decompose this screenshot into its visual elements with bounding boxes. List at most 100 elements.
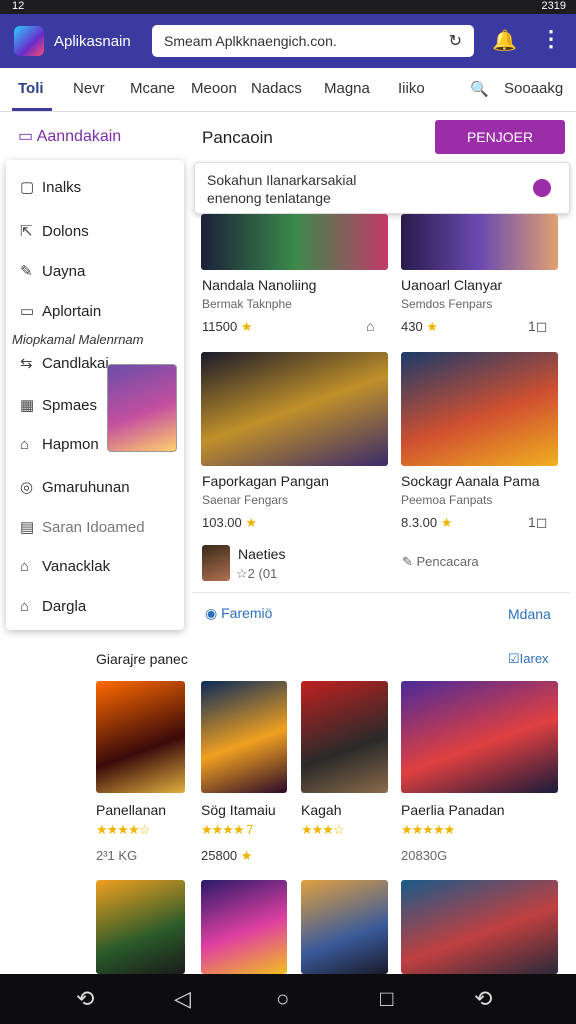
- game-subtitle: Peemoa Fanpats: [401, 493, 493, 507]
- system-nav-bar: ⟲ ◁ ○ □ ⟲: [0, 974, 576, 1024]
- status-time: 2319: [541, 0, 566, 12]
- game-thumbnail[interactable]: [96, 880, 185, 974]
- share-icon[interactable]: ⌂: [366, 318, 374, 334]
- game-thumbnail[interactable]: [301, 681, 388, 793]
- status-left: 12: [12, 0, 25, 12]
- page-title: Pancaoin: [202, 128, 273, 147]
- game-thumbnail[interactable]: [401, 681, 558, 793]
- menu-item-uayna[interactable]: ✎ Uayna: [20, 262, 85, 280]
- menu-item-aplortain[interactable]: ▭ Aplortain: [20, 302, 101, 320]
- left-link[interactable]: ◉ Faremiö: [205, 605, 272, 622]
- tab-bar: Toli Nevr Mcane Meoon Nadacs Magna Iiiko…: [0, 68, 576, 112]
- menu-item-candlakai[interactable]: ⇆ Candlakai: [20, 354, 109, 372]
- game-subtitle: Semdos Fenpars: [401, 297, 493, 311]
- star-icon: ★: [440, 515, 453, 530]
- back-icon[interactable]: ◁: [174, 986, 191, 1012]
- grid-icon: ▤: [20, 519, 35, 536]
- menu-item-hapmon[interactable]: ⌂ Hapmon: [20, 436, 99, 453]
- settings-icon: ◎: [20, 479, 34, 496]
- search-input[interactable]: Smeam Aplkknaengich.con. ↻: [152, 25, 474, 57]
- home-icon: ⌂: [20, 436, 30, 453]
- home-icon[interactable]: ○: [276, 986, 289, 1012]
- game-title[interactable]: Paerlia Panadan: [401, 802, 505, 818]
- primary-button[interactable]: PENJOER: [435, 120, 565, 154]
- status-bar: 12 2319: [0, 0, 576, 14]
- section-link[interactable]: ☑Iarex: [508, 651, 549, 667]
- tab-meoon[interactable]: Meoon: [191, 80, 237, 97]
- app-bar: Aplikasnain Smeam Aplkknaengich.con. ↻ 🔔…: [0, 14, 576, 68]
- game-meta: 2³1 KG: [96, 848, 138, 863]
- rating: ★★★★★: [401, 822, 455, 837]
- edit-icon: ✎: [20, 263, 33, 280]
- menu-header[interactable]: ▭ Aanndakain: [18, 126, 121, 146]
- tab-toli[interactable]: Toli: [18, 80, 44, 97]
- game-price: 8.3.00 ★: [401, 515, 453, 530]
- game-title[interactable]: Faporkagan Pangan: [202, 473, 329, 489]
- mini-right-label[interactable]: ✎ Pencacara: [402, 554, 479, 570]
- right-link[interactable]: Mdana: [508, 606, 551, 622]
- star-icon: ★: [240, 848, 253, 863]
- menu-item-dolons[interactable]: ⇱ Dolons: [20, 222, 89, 240]
- share-icon: ⇱: [20, 223, 33, 240]
- star-icon: ★: [245, 515, 258, 530]
- tab-mcane[interactable]: Mcane: [130, 80, 175, 97]
- share-icon[interactable]: 1◻: [528, 318, 547, 335]
- chat-icon: ▭: [20, 303, 35, 320]
- assistant-icon[interactable]: ⟲: [76, 986, 94, 1012]
- game-title[interactable]: Uanoarl Clanyar: [401, 277, 502, 293]
- game-meta: 20830G: [401, 848, 448, 863]
- pin-icon: ✎: [402, 554, 417, 569]
- dragged-game-card[interactable]: [107, 364, 177, 452]
- game-thumbnail[interactable]: [96, 681, 185, 793]
- menu-item-dargla[interactable]: ⌂ Dargla: [20, 598, 86, 615]
- tooltip-action-icon[interactable]: [533, 179, 551, 197]
- menu-item-saran[interactable]: ▤ Saran Idoamed: [20, 518, 145, 536]
- search-icon[interactable]: 🔍: [470, 80, 489, 98]
- refresh-icon[interactable]: ↻: [449, 31, 462, 51]
- rating: ★★★★ 7: [201, 822, 253, 837]
- more-options-icon[interactable]: ⋮: [540, 26, 562, 52]
- menu-item-gmaruhunan[interactable]: ◎ Gmaruhunan: [20, 478, 130, 496]
- menu-item-spmaes[interactable]: ▦ Spmaes: [20, 396, 97, 414]
- bell-icon[interactable]: 🔔: [492, 28, 517, 53]
- game-thumbnail[interactable]: [201, 352, 388, 466]
- menu-item-inalks[interactable]: ▢ Inalks: [20, 178, 81, 196]
- house-icon: ⌂: [20, 558, 30, 575]
- menu-item-vanacklak[interactable]: ⌂ Vanacklak: [20, 558, 110, 575]
- rating: ★★★★☆: [96, 822, 150, 837]
- chart-icon: ▦: [20, 397, 35, 414]
- avatar[interactable]: [202, 545, 230, 581]
- tab-iiiko[interactable]: Iiiko: [398, 80, 425, 97]
- divider: [192, 592, 570, 593]
- game-title[interactable]: Sög Itamaiu: [201, 802, 276, 818]
- game-title[interactable]: Kagah: [301, 802, 341, 818]
- tab-sooaakg[interactable]: Sooaakg: [504, 80, 563, 97]
- star-icon: ★: [426, 319, 438, 334]
- tab-magna[interactable]: Magna: [324, 80, 370, 97]
- tab-nevr[interactable]: Nevr: [73, 80, 105, 97]
- section-title: Giarajre panec: [96, 651, 188, 667]
- game-price: 11500 ★: [202, 319, 253, 334]
- store-icon: ⌂: [20, 598, 30, 615]
- share-icon[interactable]: 1◻: [528, 514, 547, 531]
- game-thumbnail[interactable]: [401, 214, 558, 270]
- game-title[interactable]: Nandala Nanoliing: [202, 277, 316, 293]
- accessibility-icon[interactable]: ⟲: [474, 986, 492, 1012]
- menu-overlay-text: Miopkamal Malenrnam: [12, 332, 144, 347]
- game-thumbnail[interactable]: [301, 880, 388, 974]
- tab-nadacs[interactable]: Nadacs: [251, 80, 302, 97]
- game-thumbnail[interactable]: [201, 880, 287, 974]
- game-title[interactable]: Sockagr Aanala Pama: [401, 473, 540, 489]
- search-url: Smeam Aplkknaengich.con.: [164, 33, 337, 49]
- game-thumbnail[interactable]: [201, 681, 287, 793]
- mini-title[interactable]: Naeties: [238, 546, 285, 562]
- mini-rating: ☆2 (01: [236, 566, 278, 581]
- tooltip-text: Sokahun Ilanarkarsakial enenong tenlatan…: [207, 172, 357, 206]
- app-title: Aplikasnain: [54, 33, 131, 50]
- game-title[interactable]: Panellanan: [96, 802, 166, 818]
- link-icon: ⇆: [20, 355, 33, 372]
- game-thumbnail[interactable]: [401, 352, 558, 466]
- game-thumbnail[interactable]: [401, 880, 558, 974]
- recents-icon[interactable]: □: [380, 986, 393, 1012]
- game-thumbnail[interactable]: [201, 214, 388, 270]
